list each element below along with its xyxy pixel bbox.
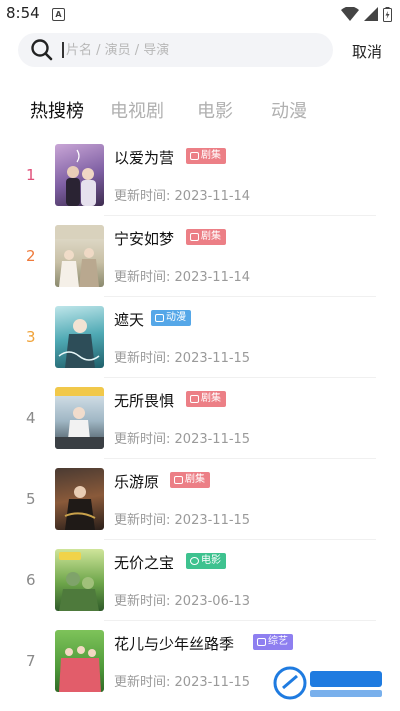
update-time: 更新时间: 2023-11-15 [114,347,250,366]
poster-image[interactable] [55,387,104,449]
search-box[interactable] [18,33,333,67]
tab-tv-series[interactable]: 电视剧 [110,97,164,123]
film-icon [190,557,199,565]
tv-icon [190,395,199,403]
update-time: 更新时间: 2023-11-14 [114,185,250,204]
poster-image[interactable] [55,225,104,287]
update-time: 更新时间: 2023-11-15 [114,671,250,690]
category-tag: 动漫 [151,310,191,326]
tag-label: 电影 [201,555,221,566]
tag-label: 动漫 [166,312,186,323]
list-item[interactable]: 3 遮天 动漫 更新时间: 2023-11-15 [0,297,400,378]
tv-icon [174,476,183,484]
update-label: 更新时间: [114,675,171,690]
item-title: 花儿与少年丝路季 [114,635,235,653]
item-title: 乐游原 [114,473,160,491]
update-date: 2023-11-15 [174,675,251,690]
update-label: 更新时间: [114,270,171,285]
category-tag: 电影 [186,553,226,569]
update-date: 2023-11-14 [174,270,251,285]
poster-image[interactable] [55,144,104,206]
poster-image[interactable] [55,630,104,692]
update-time: 更新时间: 2023-06-13 [114,590,250,609]
update-label: 更新时间: [114,432,171,447]
status-bar: 8:54 A [0,0,400,28]
update-label: 更新时间: [114,594,171,609]
tag-label: 剧集 [201,231,221,242]
update-date: 2023-06-13 [174,594,251,609]
item-title: 以爱为营 [114,149,175,167]
list-item[interactable]: 1 以爱为营 剧集 更新时间: 2023-11-14 [0,135,400,216]
item-title: 无所畏惧 [114,392,175,410]
rank-number: 1 [26,166,36,184]
item-title: 宁安如梦 [114,230,175,248]
tag-label: 综艺 [268,636,288,647]
rank-number: 6 [26,571,36,589]
category-tag: 剧集 [186,391,226,407]
variety-icon [257,638,266,646]
rank-number: 2 [26,247,36,265]
tag-label: 剧集 [201,150,221,161]
watermark-logo [270,663,390,703]
tag-label: 剧集 [185,474,205,485]
list-item[interactable]: 4 无所畏惧 剧集 更新时间: 2023-11-15 [0,378,400,459]
tv-icon [190,152,199,160]
category-tag: 剧集 [186,148,226,164]
search-input[interactable] [66,39,316,61]
cancel-button[interactable]: 取消 [352,41,382,62]
update-date: 2023-11-15 [174,432,251,447]
rank-number: 4 [26,409,36,427]
update-date: 2023-11-14 [174,189,251,204]
tv-icon [190,233,199,241]
list-item[interactable]: 6 无价之宝 电影 更新时间: 2023-06-13 [0,540,400,621]
list-item[interactable]: 5 乐游原 剧集 更新时间: 2023-11-15 [0,459,400,540]
wifi-icon [341,7,359,21]
tab-hot[interactable]: 热搜榜 [30,97,84,123]
app-notification-icon: A [52,8,65,21]
rank-number: 7 [26,652,36,670]
status-icons [341,6,392,22]
update-time: 更新时间: 2023-11-15 [114,509,250,528]
status-time: 8:54 [6,4,40,22]
category-tag: 剧集 [186,229,226,245]
update-label: 更新时间: [114,351,171,366]
tab-anime[interactable]: 动漫 [271,97,307,123]
category-tag: 剧集 [170,472,210,488]
hot-list: 1 以爱为营 剧集 更新时间: 2023-11-14 2 宁安如梦 剧集 更新时… [0,135,400,702]
item-title: 遮天 [114,311,145,329]
poster-image[interactable] [55,549,104,611]
update-label: 更新时间: [114,513,171,528]
update-time: 更新时间: 2023-11-14 [114,266,250,285]
search-row: 取消 [18,33,382,67]
tab-movies[interactable]: 电影 [197,97,233,123]
item-title: 无价之宝 [114,554,175,572]
category-tag: 综艺 [253,634,293,650]
text-cursor [62,42,64,58]
rank-number: 5 [26,490,36,508]
update-label: 更新时间: [114,189,171,204]
battery-icon [383,6,392,22]
anime-icon [155,314,164,322]
rank-number: 3 [26,328,36,346]
update-date: 2023-11-15 [174,513,251,528]
tag-label: 剧集 [201,393,221,404]
poster-image[interactable] [55,306,104,368]
list-item[interactable]: 2 宁安如梦 剧集 更新时间: 2023-11-14 [0,216,400,297]
update-date: 2023-11-15 [174,351,251,366]
signal-icon [364,7,378,21]
poster-image[interactable] [55,468,104,530]
update-time: 更新时间: 2023-11-15 [114,428,250,447]
search-icon [31,39,53,61]
